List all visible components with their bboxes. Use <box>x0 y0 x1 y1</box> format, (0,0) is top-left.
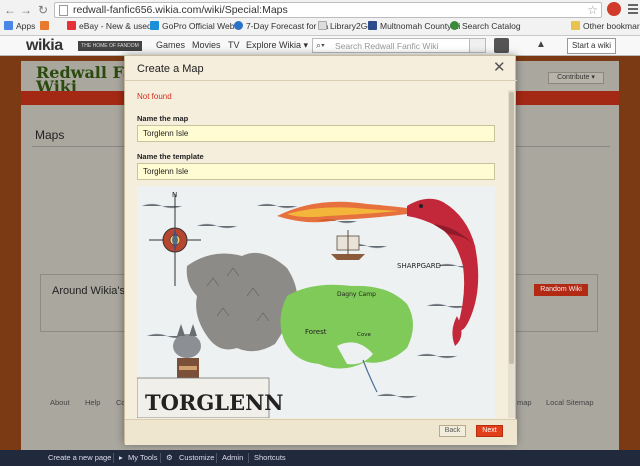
menu-icon[interactable] <box>628 4 638 14</box>
footer-about[interactable]: About <box>50 398 70 407</box>
map-label-sharpgard: SHARPGARD <box>397 262 441 270</box>
shortcuts-link[interactable]: Shortcuts <box>254 453 286 463</box>
footer-help[interactable]: Help <box>85 398 100 407</box>
my-tools-icon: ▸ <box>119 453 123 462</box>
wiki-title[interactable]: Redwall Fa Wiki <box>36 65 133 95</box>
bookmark-blank[interactable] <box>40 20 52 33</box>
separator <box>216 453 217 463</box>
browser-chrome: ← → ↻ redwall-fanfic656.wikia.com/wiki/S… <box>0 0 640 36</box>
ebay-icon <box>67 21 76 30</box>
template-name-label: Name the template <box>137 152 204 161</box>
url-text: redwall-fanfic656.wikia.com/wiki/Special… <box>73 4 288 16</box>
contribute-button[interactable]: Contribute ▾ <box>548 72 604 84</box>
footer-local-sitemap[interactable]: Local Sitemap <box>546 398 594 407</box>
footer-map[interactable]: map <box>517 398 532 407</box>
wikia-logo[interactable]: wikia <box>26 37 63 55</box>
separator <box>160 453 161 463</box>
nav-tv[interactable]: TV <box>228 40 240 50</box>
page-icon <box>59 5 68 16</box>
bookmark-multnomah[interactable]: Multnomah County Li <box>368 20 460 33</box>
bookmark-apps[interactable]: Apps <box>4 20 35 33</box>
bookmark-search-catalog[interactable]: Search Catalog <box>450 20 521 33</box>
separator <box>113 453 114 463</box>
library-icon <box>368 21 377 30</box>
separator <box>248 453 249 463</box>
apps-icon <box>4 21 13 30</box>
avatar[interactable] <box>494 38 509 53</box>
map-label-cove: Cove <box>357 332 371 338</box>
search-icon: ⌕▾ <box>316 40 325 50</box>
weather-icon <box>234 21 243 30</box>
map-banner-label: TORGLENN <box>145 390 283 415</box>
admin-link[interactable]: Admin <box>222 453 243 463</box>
map-preview-image: N TORGLENN SHARPGARD Forest Cove Dagny C… <box>137 186 495 418</box>
modal-divider <box>125 80 517 81</box>
create-page-link[interactable]: Create a new page <box>48 453 111 463</box>
start-wiki-button[interactable]: Start a wiki <box>567 38 616 54</box>
wiki-search-input[interactable]: ⌕▾ Search Redwall Fanfic Wiki <box>312 38 470 53</box>
map-name-input[interactable] <box>137 125 495 142</box>
search-button[interactable] <box>470 38 486 53</box>
page-icon <box>318 21 327 30</box>
page-title: Maps <box>35 128 65 142</box>
around-wikia-text: Around Wikia's n <box>52 285 135 297</box>
template-name-input[interactable] <box>137 163 495 180</box>
bottom-toolbar: Create a new page ▸ My Tools ⚙ Customize… <box>0 450 640 466</box>
bookmarks-bar: Apps eBay - New & used e GoPro Official … <box>0 19 640 35</box>
customize-link[interactable]: Customize <box>179 453 214 463</box>
gear-icon: ⚙ <box>166 453 173 462</box>
my-tools-link[interactable]: My Tools <box>128 453 157 463</box>
map-label-forest: Forest <box>305 328 327 336</box>
nav-games[interactable]: Games <box>156 40 185 50</box>
bookmark-other[interactable]: Other bookmarks <box>571 20 640 33</box>
bookmark-library2go[interactable]: Library2Go <box>318 20 372 33</box>
svg-text:N: N <box>172 191 177 199</box>
create-map-modal: Create a Map ✕ Not found Name the map Na… <box>124 55 517 445</box>
bookmark-gopro[interactable]: GoPro Official Websi <box>150 20 241 33</box>
modal-scroll-thumb[interactable] <box>509 92 514 364</box>
wikia-tagline: THE HOME OF FANDOM <box>78 41 142 51</box>
close-icon[interactable]: ✕ <box>493 60 506 76</box>
map-label-camp: Dagny Camp <box>337 291 376 298</box>
reload-icon[interactable]: ↻ <box>36 3 50 17</box>
random-wiki-button[interactable]: Random Wiki <box>534 284 588 296</box>
map-name-label: Name the map <box>137 114 189 123</box>
folder-icon <box>571 21 580 30</box>
modal-title: Create a Map <box>137 63 204 75</box>
map-illustration: N TORGLENN SHARPGARD Forest Cove Dagny C… <box>137 186 495 418</box>
bookmark-forecast[interactable]: 7-Day Forecast for La <box>234 20 328 33</box>
bookmark-ebay[interactable]: eBay - New & used e <box>67 20 159 33</box>
gopro-icon <box>150 21 159 30</box>
forward-arrow-icon[interactable]: → <box>19 3 33 17</box>
catalog-icon <box>450 21 459 30</box>
back-arrow-icon[interactable]: ← <box>3 3 17 17</box>
extension-icon[interactable] <box>607 2 621 16</box>
nav-movies[interactable]: Movies <box>192 40 221 50</box>
error-message: Not found <box>137 92 172 101</box>
bookmark-icon <box>40 21 49 30</box>
bookmark-star-icon[interactable]: ☆ <box>587 3 598 17</box>
wikia-global-nav: wikia THE HOME OF FANDOM Games Movies TV… <box>0 36 640 56</box>
back-button[interactable]: Back <box>439 425 466 437</box>
search-placeholder: Search Redwall Fanfic Wiki <box>335 41 439 51</box>
address-bar[interactable]: redwall-fanfic656.wikia.com/wiki/Special… <box>54 2 602 18</box>
bell-icon[interactable]: ▲ <box>536 39 546 50</box>
nav-explore-wikia[interactable]: Explore Wikia ▾ <box>246 40 308 51</box>
next-button[interactable]: Next <box>476 425 503 437</box>
